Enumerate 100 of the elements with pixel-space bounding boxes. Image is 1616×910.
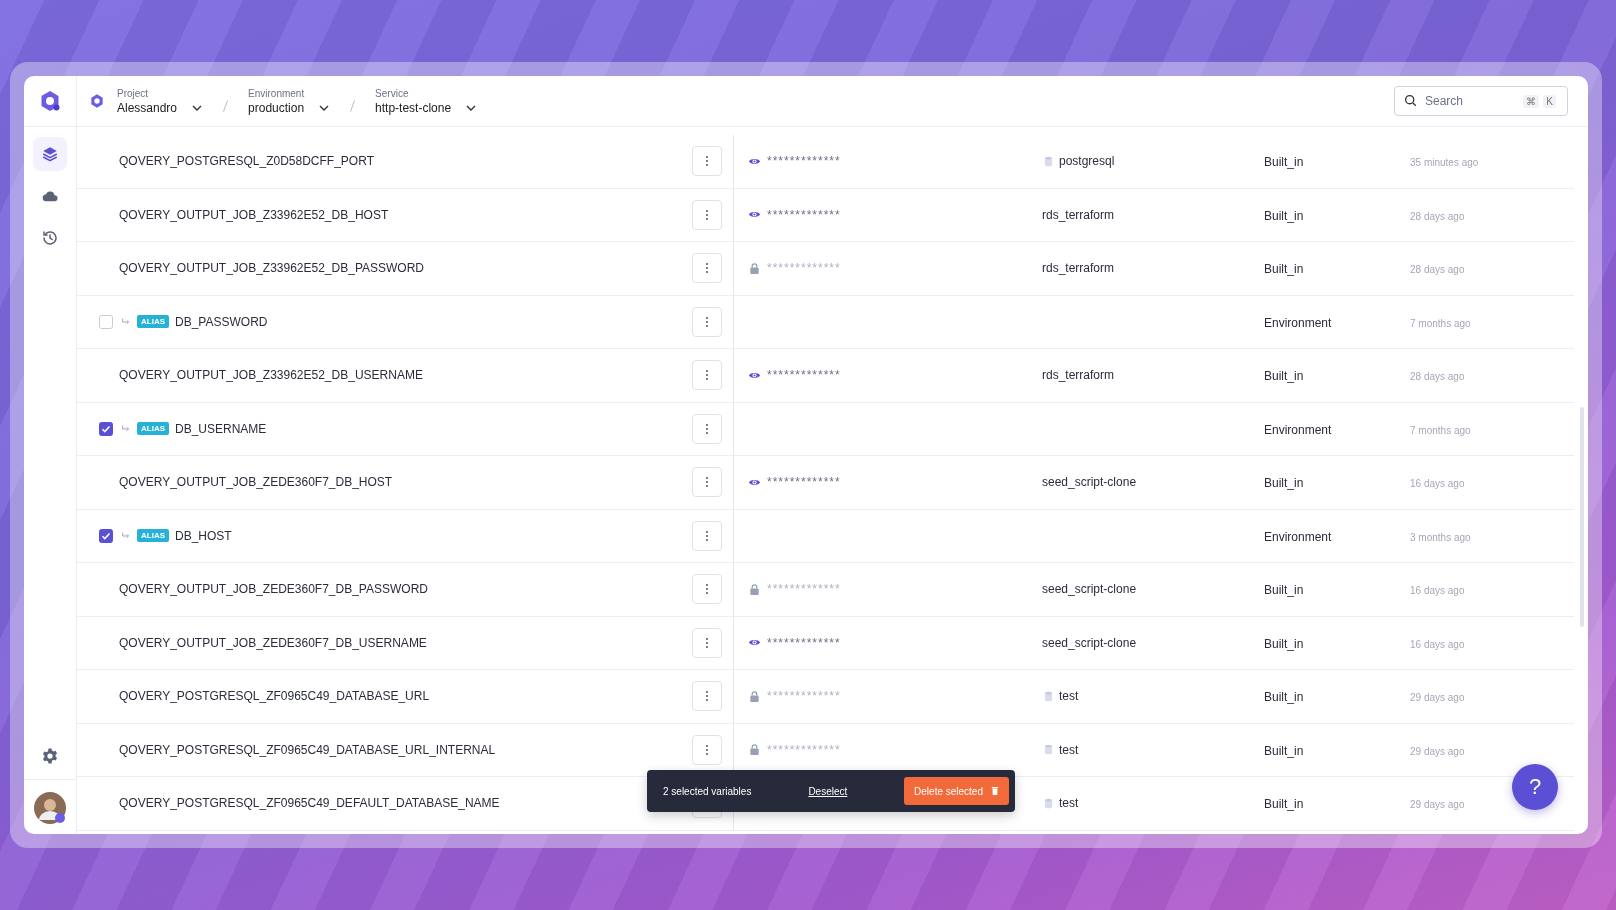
variable-name: QOVERY_POSTGRESQL_ZF0965C49_DATABASE_URL_INTERNAL — [119, 742, 496, 757]
database-icon — [1044, 690, 1053, 702]
variable-name: QOVERY_OUTPUT_JOB_ZEDE360F7_DB_HOST — [119, 475, 393, 490]
more-options-button[interactable] — [692, 681, 722, 712]
more-icon — [705, 636, 709, 649]
service-name: test — [1059, 689, 1079, 704]
alias-badge: ALIAS — [137, 422, 169, 436]
variable-scope: Built_in — [1264, 583, 1304, 598]
breadcrumb-dropdown[interactable]: http-test-clone — [375, 100, 478, 115]
variable-scope: Built_in — [1264, 743, 1304, 758]
service-name: rds_terraform — [1042, 368, 1115, 383]
variable-name: QOVERY_POSTGRESQL_ZF0965C49_DATABASE_URL — [119, 689, 430, 704]
masked-value: ************* — [767, 635, 841, 650]
database-icon — [1044, 744, 1053, 756]
trash-icon — [991, 786, 999, 796]
more-icon — [705, 369, 709, 382]
variable-name: QOVERY_OUTPUT_JOB_ZEDE360F7_DB_PASSWORD — [119, 582, 428, 597]
variable-name: DB_PASSWORD — [175, 314, 268, 329]
masked-value: ************* — [767, 154, 841, 169]
masked-value: ************* — [767, 742, 841, 757]
variable-scope: Environment — [1264, 422, 1332, 437]
updated-time: 29 days ago — [1410, 745, 1465, 757]
more-icon — [705, 743, 709, 756]
more-icon — [705, 690, 709, 703]
breadcrumb-dropdown[interactable]: production — [248, 100, 331, 115]
variable-name: QOVERY_OUTPUT_JOB_ZEDE360F7_DB_USERNAME — [119, 635, 427, 650]
service-name: rds_terraform — [1042, 207, 1115, 222]
service-name: seed_script-clone — [1042, 475, 1137, 490]
updated-time: 7 months ago — [1410, 424, 1471, 436]
updated-time: 29 days ago — [1410, 692, 1465, 704]
variable-scope: Environment — [1264, 315, 1332, 330]
service-name: test — [1059, 742, 1079, 757]
more-options-button[interactable] — [692, 306, 722, 337]
more-options-button[interactable] — [692, 734, 722, 765]
variable-scope: Built_in — [1264, 208, 1304, 223]
selection-count: 2 selected variables — [663, 785, 752, 797]
variable-name: QOVERY_POSTGRESQL_ZF0965C49_DEFAULT_DATABASE_NAME — [119, 796, 500, 811]
variable-scope: Environment — [1264, 529, 1332, 544]
service-name: seed_script-clone — [1042, 582, 1137, 597]
breadcrumb-label: Environment — [248, 87, 306, 99]
settings-icon[interactable] — [41, 747, 59, 765]
more-icon — [705, 155, 709, 168]
more-options-button[interactable] — [692, 199, 722, 230]
updated-time: 28 days ago — [1410, 264, 1465, 276]
database-icon — [1044, 797, 1053, 809]
service-name: test — [1059, 796, 1079, 811]
more-icon — [705, 476, 709, 489]
checkbox[interactable] — [99, 421, 113, 436]
more-options-button[interactable] — [692, 627, 722, 658]
more-options-button[interactable] — [692, 467, 722, 498]
variable-name: QOVERY_POSTGRESQL_Z0D58DCFF_PORT — [119, 154, 374, 169]
variable-scope: Built_in — [1264, 690, 1304, 705]
more-options-button[interactable] — [692, 360, 722, 391]
breadcrumb-dropdown[interactable]: Alessandro — [117, 100, 204, 115]
variable-scope: Built_in — [1264, 636, 1304, 651]
masked-value: ************* — [767, 582, 841, 597]
updated-time: 28 days ago — [1410, 371, 1465, 383]
alias-arrow-icon — [121, 423, 131, 434]
more-icon — [705, 262, 709, 275]
variable-name: QOVERY_OUTPUT_JOB_Z33962E52_DB_PASSWORD — [119, 261, 424, 276]
updated-time: 7 months ago — [1410, 317, 1471, 329]
updated-time: 16 days ago — [1410, 638, 1465, 650]
alias-arrow-icon — [121, 530, 131, 541]
more-icon — [705, 208, 709, 221]
more-icon — [705, 422, 709, 435]
alias-arrow-icon — [121, 316, 131, 327]
updated-time: 35 minutes ago — [1410, 157, 1479, 169]
more-options-button[interactable] — [692, 520, 722, 551]
more-icon — [705, 583, 709, 596]
avatar[interactable] — [34, 792, 66, 824]
service-name: rds_terraform — [1042, 261, 1115, 276]
service-name: seed_script-clone — [1042, 635, 1137, 650]
more-options-button[interactable] — [692, 253, 722, 284]
variable-scope: Built_in — [1264, 155, 1304, 170]
more-icon — [705, 315, 709, 328]
variable-scope: Built_in — [1264, 262, 1304, 277]
breadcrumb-label: Service — [375, 87, 410, 99]
checkbox[interactable] — [99, 528, 113, 543]
help-button[interactable]: ? — [1512, 764, 1558, 810]
updated-time: 16 days ago — [1410, 478, 1465, 490]
more-options-button[interactable] — [692, 413, 722, 444]
more-icon — [705, 529, 709, 542]
masked-value: ************* — [767, 689, 841, 704]
variable-name: DB_USERNAME — [175, 421, 267, 436]
service-name: postgresql — [1059, 154, 1115, 169]
variable-name: DB_HOST — [175, 528, 232, 543]
alias-badge: ALIAS — [137, 529, 169, 543]
updated-time: 16 days ago — [1410, 585, 1465, 597]
deselect-link[interactable]: Deselect — [808, 785, 848, 797]
project-icon — [89, 93, 105, 109]
alias-badge: ALIAS — [137, 315, 169, 329]
more-options-button[interactable] — [692, 574, 722, 605]
masked-value: ************* — [767, 207, 841, 222]
breadcrumb-label: Project — [117, 87, 150, 99]
database-icon — [1044, 155, 1053, 167]
masked-value: ************* — [767, 475, 841, 490]
variable-name: QOVERY_OUTPUT_JOB_Z33962E52_DB_USERNAME — [119, 368, 423, 383]
more-options-button[interactable] — [692, 146, 722, 177]
layers-icon[interactable] — [33, 137, 67, 171]
search-icon — [1404, 94, 1417, 107]
